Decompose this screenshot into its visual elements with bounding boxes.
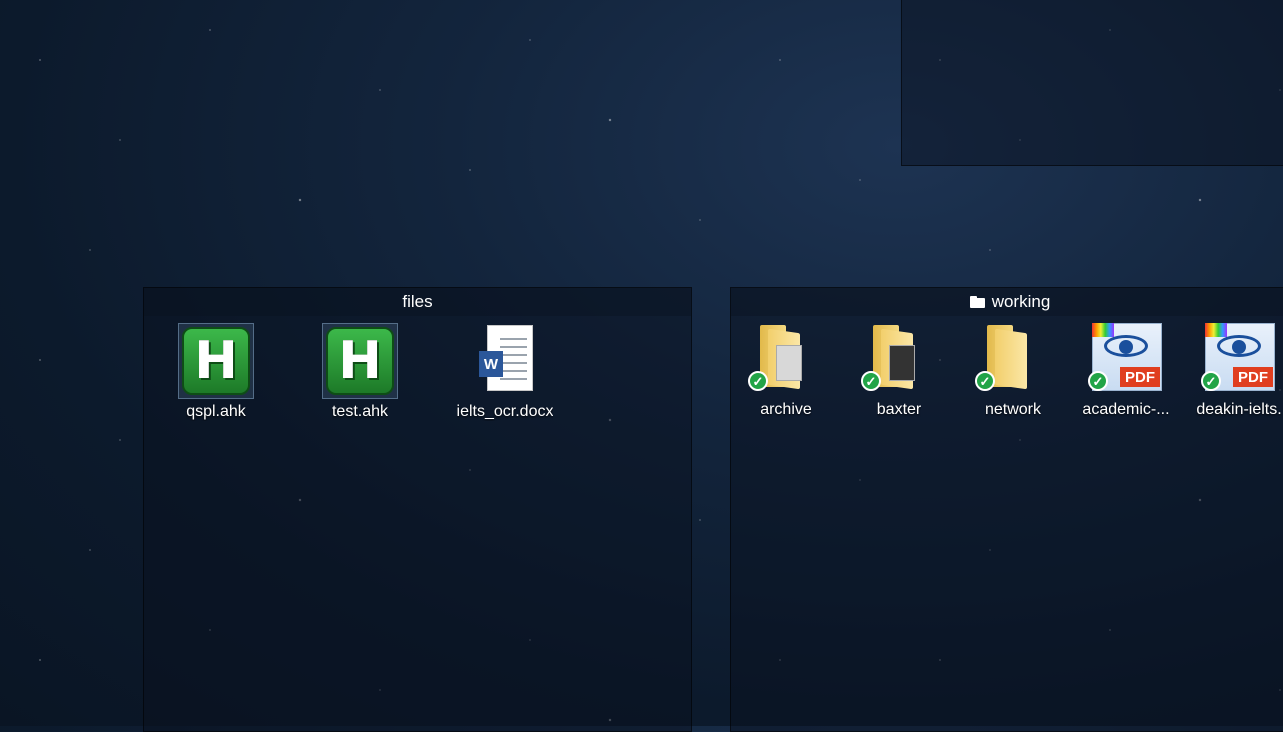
folder-icon	[969, 296, 985, 308]
fence-title-working[interactable]: working	[731, 288, 1283, 316]
item-label: network	[984, 401, 1042, 418]
autohotkey-icon: H	[178, 323, 254, 399]
folder-icon: ✓	[975, 321, 1051, 397]
synced-check-icon: ✓	[748, 371, 768, 391]
synced-check-icon: ✓	[1088, 371, 1108, 391]
files-fence[interactable]: files H qspl.ahk H test.ahk W ielts_ocr.…	[143, 287, 692, 732]
autohotkey-icon: H	[322, 323, 398, 399]
synced-check-icon: ✓	[861, 371, 881, 391]
working-fence[interactable]: working ✓ archive ✓ baxter ✓ network PDF…	[730, 287, 1283, 732]
fence-title-files[interactable]: files	[144, 288, 691, 316]
desktop-item-deakin-ielts[interactable]: PDF ✓ deakin-ielts.	[1184, 321, 1283, 419]
item-label: baxter	[876, 401, 922, 418]
word-document-icon: W	[467, 323, 543, 399]
desktop-item-ielts-ocr[interactable]: W ielts_ocr.docx	[450, 323, 560, 421]
item-label: qspl.ahk	[186, 403, 246, 420]
desktop-item-test[interactable]: H test.ahk	[305, 323, 415, 421]
item-label: archive	[760, 401, 812, 418]
pdf-icon: PDF ✓	[1088, 321, 1164, 397]
synced-check-icon: ✓	[1201, 371, 1221, 391]
desktop-item-academic[interactable]: PDF ✓ academic-...	[1071, 321, 1181, 419]
folder-icon: ✓	[748, 321, 824, 397]
item-label: academic-...	[1082, 401, 1170, 418]
desktop-item-baxter[interactable]: ✓ baxter	[844, 321, 954, 419]
synced-check-icon: ✓	[975, 371, 995, 391]
fence-title-label: working	[991, 292, 1051, 311]
item-label: test.ahk	[331, 403, 389, 420]
item-label: deakin-ielts.	[1196, 401, 1282, 418]
fence-title-label: files	[402, 292, 433, 311]
pdf-icon: PDF ✓	[1201, 321, 1277, 397]
folder-icon: ✓	[861, 321, 937, 397]
desktop-item-qspl[interactable]: H qspl.ahk	[161, 323, 271, 421]
desktop-item-archive[interactable]: ✓ archive	[731, 321, 841, 419]
item-label: ielts_ocr.docx	[456, 403, 554, 420]
empty-fence[interactable]	[901, 0, 1283, 166]
desktop-item-network[interactable]: ✓ network	[958, 321, 1068, 419]
